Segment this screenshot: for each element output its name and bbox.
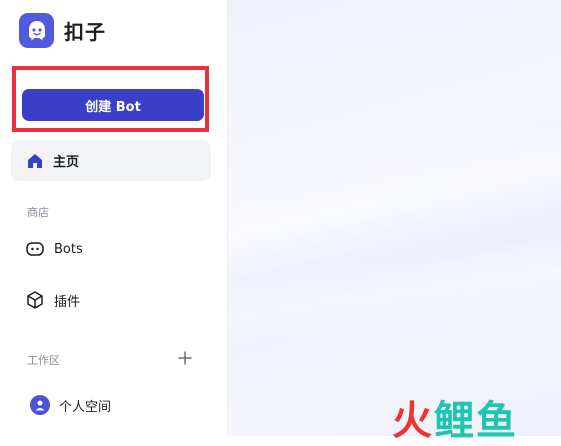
app-logo[interactable]: 扣子 — [19, 13, 106, 48]
sidebar-item-label: 主页 — [53, 155, 80, 170]
sidebar-item-label: 插件 — [54, 294, 81, 310]
sidebar-item-home[interactable]: 主页 — [11, 140, 211, 181]
main-content — [228, 0, 561, 436]
create-bot-highlight: 创建 Bot — [12, 66, 209, 132]
sidebar: 扣子 创建 Bot 主页 商店 Bots 插件 工作区 个人空间 — [0, 0, 228, 436]
sidebar-item-label: 个人空间 — [59, 399, 112, 415]
sidebar-item-personal-space[interactable]: 个人空间 — [30, 394, 111, 416]
add-workspace-button[interactable] — [176, 349, 194, 367]
watermark-char: 鲤 — [434, 398, 476, 444]
watermark-char: 鱼 — [476, 398, 518, 444]
sidebar-item-plugins[interactable]: 插件 — [25, 289, 80, 311]
home-icon — [26, 152, 44, 170]
watermark-char: 火 — [392, 398, 434, 444]
cube-icon — [25, 290, 45, 310]
watermark: 火 鲤 鱼 — [392, 388, 518, 446]
sidebar-item-label: Bots — [54, 241, 83, 257]
plus-icon — [178, 351, 192, 365]
create-bot-button[interactable]: 创建 Bot — [22, 89, 204, 121]
store-section-title: 商店 — [27, 206, 49, 219]
user-avatar-icon — [30, 395, 50, 415]
workspace-section-title: 工作区 — [27, 354, 60, 367]
bot-face-icon — [25, 239, 45, 259]
app-name: 扣子 — [64, 20, 106, 44]
sidebar-item-bots[interactable]: Bots — [25, 238, 83, 260]
ghost-logo-icon — [19, 13, 54, 48]
